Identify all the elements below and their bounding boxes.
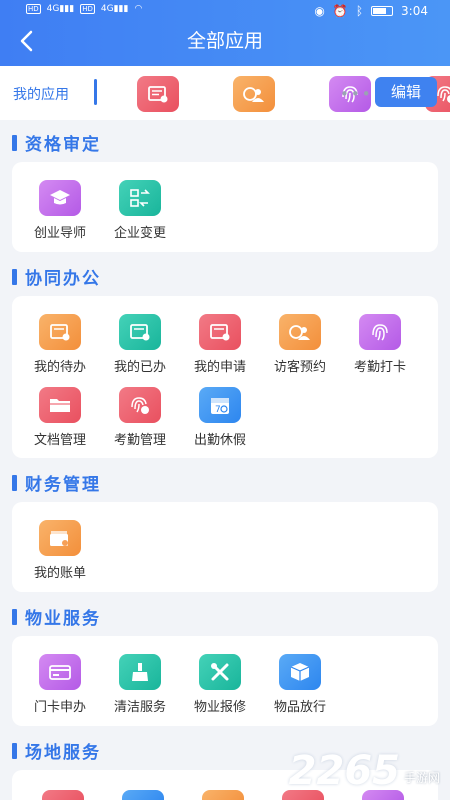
swap-icon (119, 180, 161, 216)
card-icon (39, 654, 81, 690)
app-documents[interactable]: 文档管理 (20, 387, 100, 448)
app-label: 考勤管理 (113, 433, 166, 448)
app-leave[interactable]: 7 出勤休假 (180, 387, 260, 448)
wallet-icon (39, 520, 81, 556)
broom-icon (119, 654, 161, 690)
app-cleaning[interactable]: 清洁服务 (100, 654, 180, 715)
app-mentor[interactable]: 创业导师 (20, 180, 100, 241)
status-indicators: HD 4G▮▮▮ HD 4G▮▮▮ ◠ (26, 4, 143, 14)
app-label: 文档管理 (33, 433, 86, 448)
page-title: 全部应用 (186, 30, 263, 52)
box-icon (279, 654, 321, 690)
app-label: 我的待办 (33, 360, 86, 375)
fingerprint-icon (359, 314, 401, 350)
app-label: 门卡申办 (33, 700, 86, 715)
app-item-release[interactable]: 物品放行 (260, 654, 340, 715)
section-card-property: 门卡申办 清洁服务 物业报修 物品放行 (12, 636, 438, 726)
app-label: 清洁服务 (113, 700, 166, 715)
battery-icon (371, 6, 394, 16)
section-card-finance: 我的账单 (12, 502, 438, 592)
venue-app-icon[interactable] (42, 790, 84, 800)
app-company-change[interactable]: 企业变更 (100, 180, 180, 241)
app-label: 访客预约 (273, 360, 326, 375)
section-card-office: 我的待办 我的已办 我的申请 访客预约 考勤打卡 文档管理 考勤管理 7 出勤休… (12, 296, 438, 458)
venue-app-icon[interactable] (202, 790, 244, 800)
app-label: 我的已办 (113, 360, 166, 375)
tools-icon (199, 654, 241, 690)
section-title-qualification: 资格审定 (12, 130, 101, 155)
done-icon (119, 314, 161, 350)
application-icon (199, 314, 241, 350)
document-icon (137, 76, 179, 112)
visitor-icon (233, 76, 275, 112)
todo-icon (39, 314, 81, 350)
app-repair[interactable]: 物业报修 (180, 654, 260, 715)
app-label: 考勤打卡 (353, 360, 406, 375)
watermark-site: 手游网 (403, 771, 440, 785)
app-label: 物业报修 (193, 700, 246, 715)
section-card-qualification: 创业导师 企业变更 (12, 162, 438, 252)
calendar-icon: 7 (199, 387, 241, 423)
status-right: ◉ ⏰ ᛒ 3:04 (314, 4, 428, 18)
my-app-document[interactable] (118, 76, 198, 112)
divider (94, 79, 97, 105)
app-my-bills[interactable]: 我的账单 (20, 520, 100, 581)
svg-text:7: 7 (215, 405, 221, 415)
my-apps-label: 我的应用 (13, 87, 69, 103)
status-time: 3:04 (401, 4, 428, 18)
folder-icon (39, 387, 81, 423)
app-label: 物品放行 (273, 700, 326, 715)
watermark-number: 2265 (288, 748, 400, 794)
app-label: 出勤休假 (193, 433, 246, 448)
section-title-venue: 场地服务 (12, 738, 101, 763)
fingerprint-settings-icon (119, 387, 161, 423)
venue-app-icon[interactable] (122, 790, 164, 800)
graduation-cap-icon (39, 180, 81, 216)
my-app-visitor[interactable] (214, 76, 294, 112)
eye-icon: ◉ (314, 4, 325, 18)
app-clock-in[interactable]: 考勤打卡 (340, 314, 420, 375)
app-visitor-booking[interactable]: 访客预约 (260, 314, 340, 375)
section-title-property: 物业服务 (12, 604, 101, 629)
my-apps-bar: 我的应用 ••• 编辑 (0, 66, 450, 120)
app-label: 创业导师 (33, 226, 86, 241)
section-title-office: 协同办公 (12, 264, 101, 289)
bluetooth-icon: ᛒ (355, 4, 364, 18)
edit-button[interactable]: 编辑 (375, 77, 437, 107)
app-my-todo[interactable]: 我的待办 (20, 314, 100, 375)
header-bar: HD 4G▮▮▮ HD 4G▮▮▮ ◠ ◉ ⏰ ᛒ 3:04 全部应用 (0, 0, 450, 66)
more-icon[interactable]: ••• (340, 85, 373, 103)
app-my-application[interactable]: 我的申请 (180, 314, 260, 375)
section-title-finance: 财务管理 (12, 470, 101, 495)
app-door-card[interactable]: 门卡申办 (20, 654, 100, 715)
visitor-icon (279, 314, 321, 350)
app-my-done[interactable]: 我的已办 (100, 314, 180, 375)
app-label: 我的账单 (33, 566, 86, 581)
app-label: 企业变更 (113, 226, 166, 241)
watermark: 2265 手游网 (289, 748, 440, 794)
app-label: 我的申请 (193, 360, 246, 375)
alarm-icon: ⏰ (332, 4, 348, 18)
status-bar: HD 4G▮▮▮ HD 4G▮▮▮ ◠ ◉ ⏰ ᛒ 3:04 (0, 0, 450, 24)
app-attendance-manage[interactable]: 考勤管理 (100, 387, 180, 448)
